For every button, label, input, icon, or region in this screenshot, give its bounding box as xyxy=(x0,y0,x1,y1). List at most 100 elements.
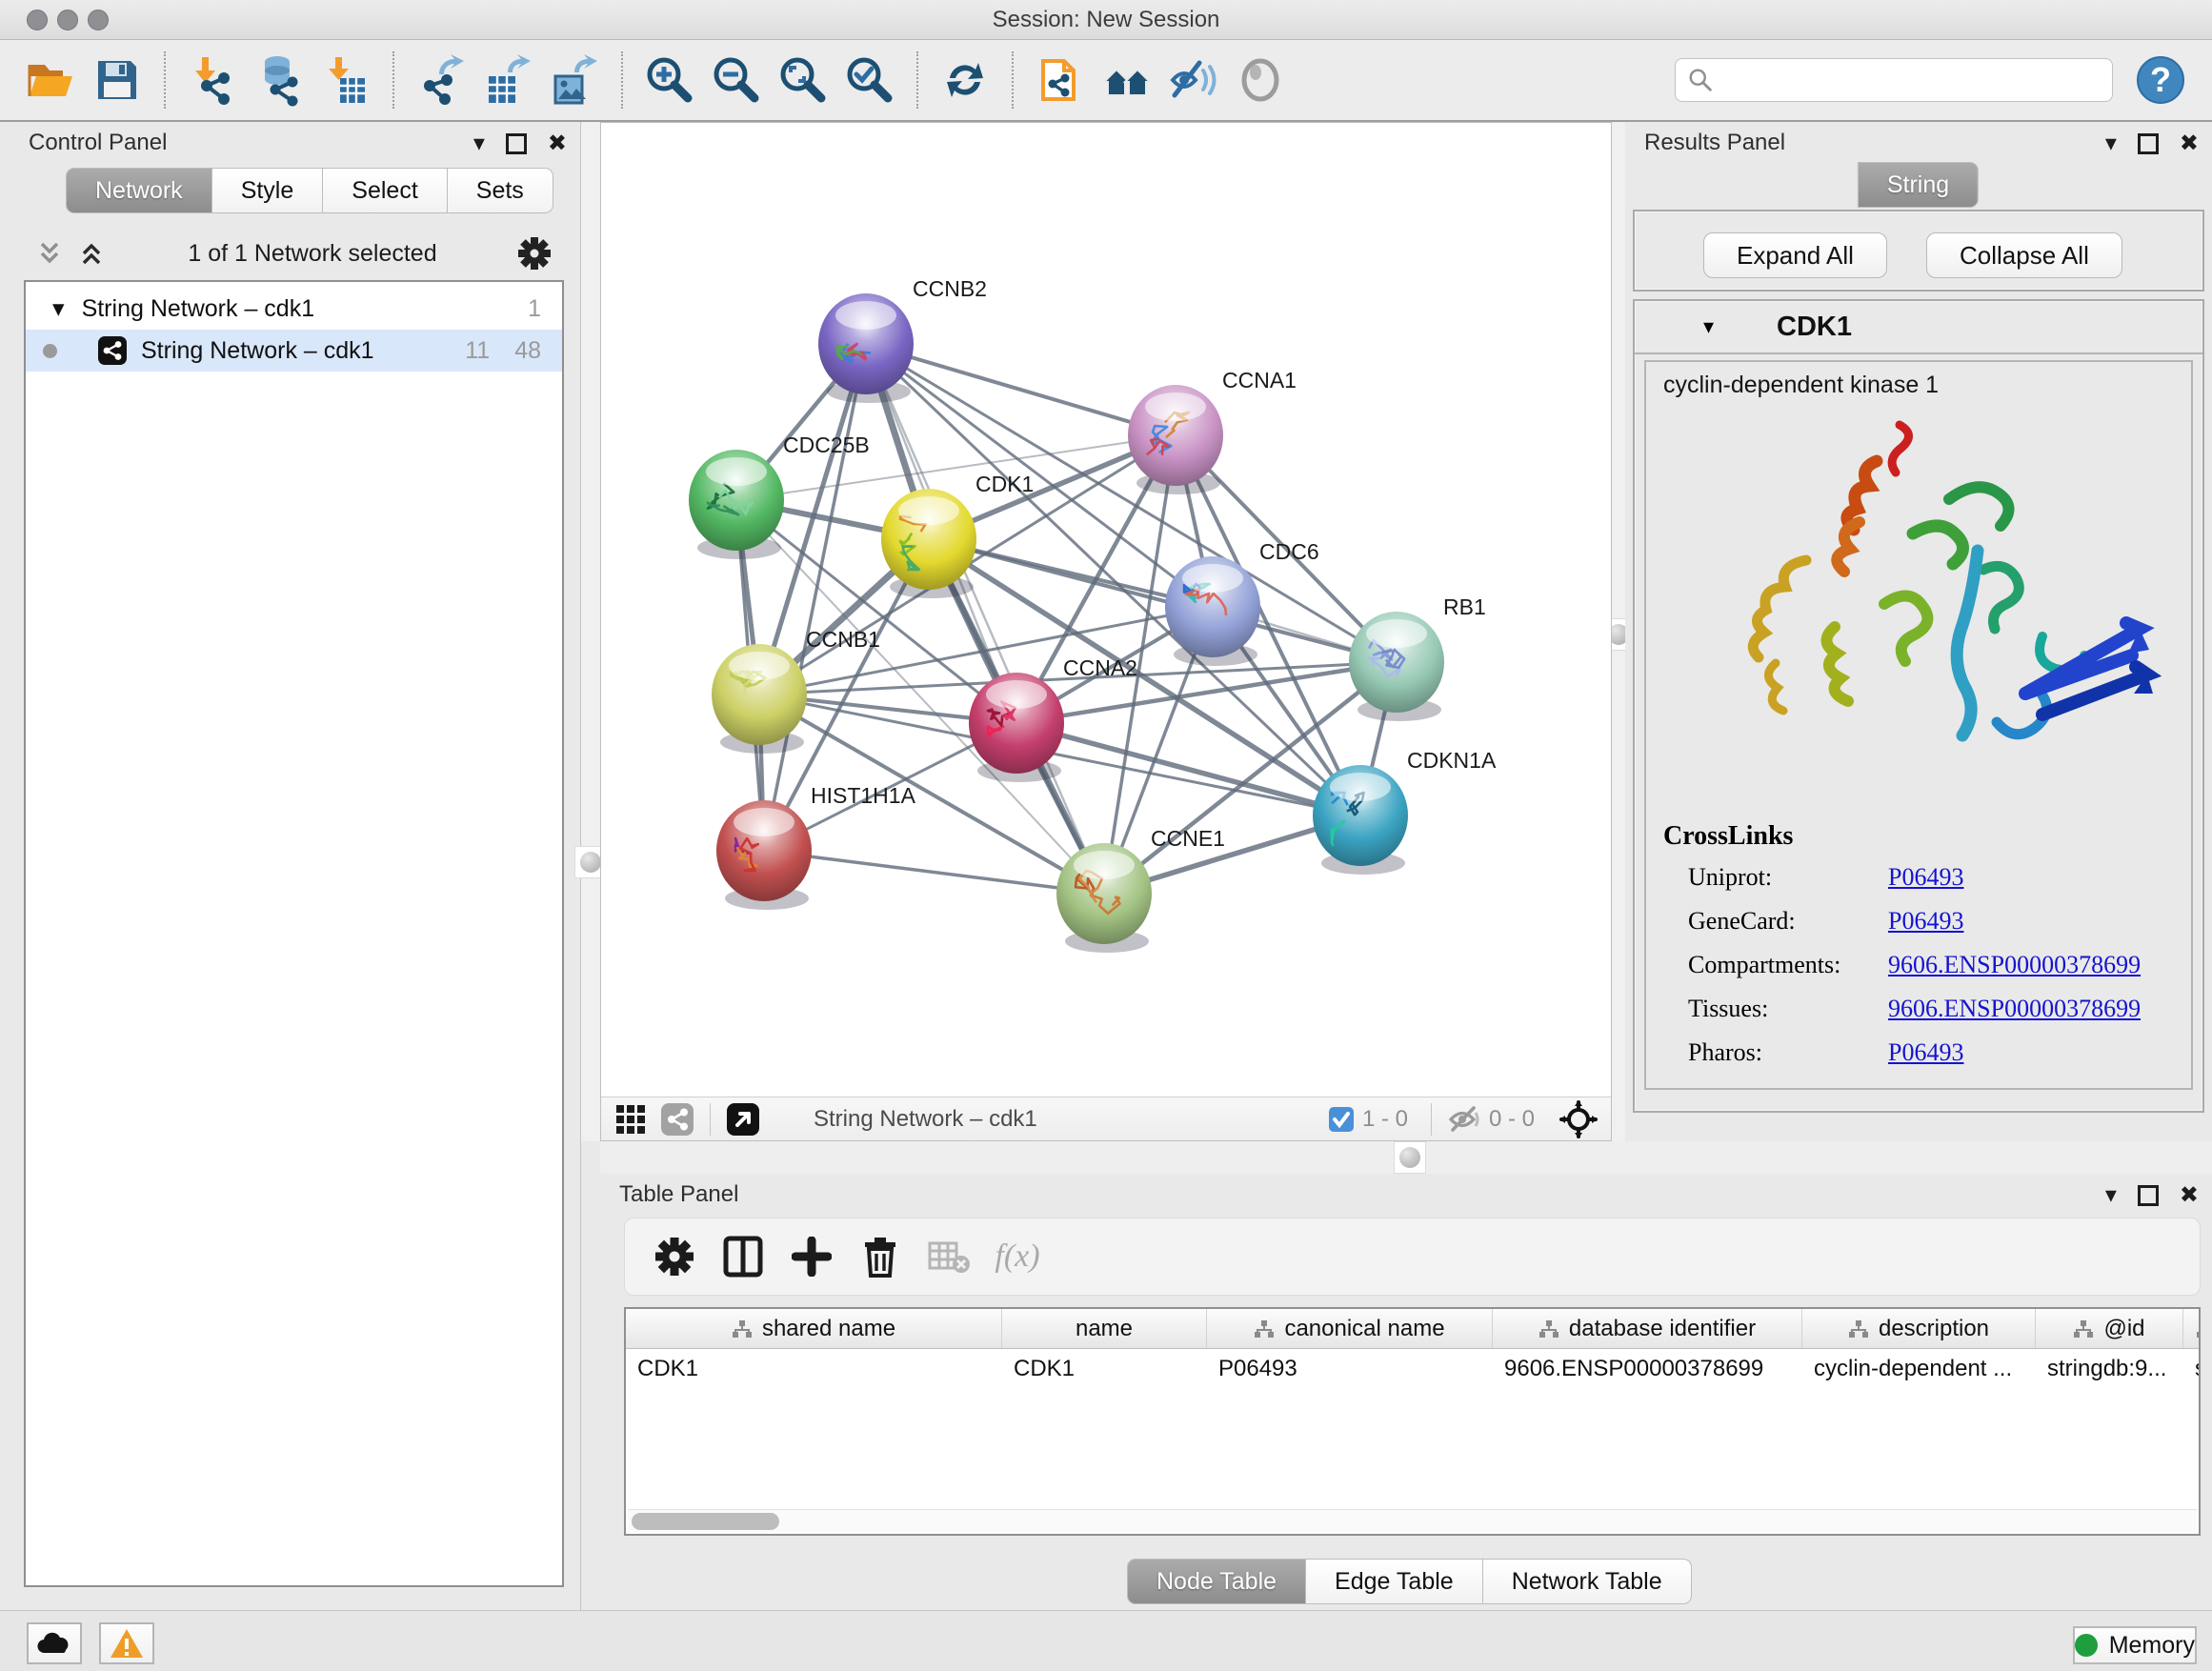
open-folder-icon[interactable] xyxy=(23,52,78,108)
zoom-out-icon[interactable] xyxy=(709,52,764,108)
network-edge-CCNB2-CCNE1[interactable] xyxy=(866,344,1104,894)
close-panel-icon[interactable]: ✖ xyxy=(548,130,567,157)
gear-icon[interactable] xyxy=(516,235,553,272)
table-cell[interactable]: cyclin-dependent ... xyxy=(1802,1349,2036,1389)
network-canvas[interactable]: CCNB2CCNA1CDC25BCDK1CDC6RB1CCNB1CCNA2CDK… xyxy=(600,122,1612,1141)
network-node-CDKN1A[interactable]: CDKN1A xyxy=(1313,748,1497,875)
results-tab-string[interactable]: String xyxy=(1859,162,1979,208)
horizontal-splitter-handle[interactable] xyxy=(1394,1141,1426,1174)
panel-menu-icon[interactable]: ▾ xyxy=(2105,1181,2117,1209)
zoom-in-icon[interactable] xyxy=(642,52,697,108)
crosslink-value-link[interactable]: P06493 xyxy=(1888,863,1963,892)
node-label-CDC25B: CDC25B xyxy=(783,433,870,457)
panel-menu-icon[interactable]: ▾ xyxy=(473,130,485,157)
node-label-CDK1: CDK1 xyxy=(975,472,1034,496)
table-settings-gear-icon[interactable] xyxy=(648,1230,701,1283)
tab-sets[interactable]: Sets xyxy=(447,168,553,213)
warning-button[interactable] xyxy=(99,1622,154,1664)
cloud-button[interactable] xyxy=(27,1622,82,1664)
table-cell[interactable]: 9606.ENSP00000378699 xyxy=(1493,1349,1802,1389)
network-node-RB1[interactable]: RB1 xyxy=(1349,594,1486,721)
add-column-icon[interactable] xyxy=(785,1230,838,1283)
network-edge-CDK1-RB1[interactable] xyxy=(929,539,1397,662)
column-header[interactable]: canonical name xyxy=(1207,1309,1493,1348)
column-header[interactable]: @id xyxy=(2036,1309,2183,1348)
export-image-icon[interactable] xyxy=(547,52,602,108)
share-document-icon[interactable] xyxy=(1033,52,1088,108)
search-box[interactable] xyxy=(1675,58,2113,102)
column-header[interactable]: description xyxy=(1802,1309,2036,1348)
table-horizontal-scrollbar[interactable] xyxy=(628,1509,2197,1532)
network-node-HIST1H1A[interactable]: HIST1H1A xyxy=(716,783,916,910)
expand-all-button[interactable]: Expand All xyxy=(1703,232,1887,278)
grid-view-icon[interactable] xyxy=(614,1103,647,1136)
table-cell[interactable]: stringdb xyxy=(2183,1349,2201,1389)
table-cell[interactable]: CDK1 xyxy=(1002,1349,1207,1389)
crosslink-value-link[interactable]: 9606.ENSP00000378699 xyxy=(1888,951,2141,979)
scrollbar-thumb[interactable] xyxy=(632,1513,779,1530)
zoom-selected-icon[interactable] xyxy=(842,52,897,108)
left-splitter[interactable] xyxy=(581,122,600,1141)
memory-button[interactable]: Memory xyxy=(2073,1626,2197,1664)
search-input[interactable] xyxy=(1714,67,2101,93)
save-icon[interactable] xyxy=(90,52,145,108)
homes-icon[interactable] xyxy=(1099,52,1155,108)
crosslink-value-link[interactable]: 9606.ENSP00000378699 xyxy=(1888,995,2141,1023)
network-row[interactable]: String Network – cdk1 11 48 xyxy=(26,330,562,372)
float-panel-icon[interactable] xyxy=(506,133,527,154)
column-header[interactable]: database identifier xyxy=(1493,1309,1802,1348)
network-collection-row[interactable]: ▾ String Network – cdk1 1 xyxy=(26,288,562,330)
hidden-count: 0 - 0 xyxy=(1489,1106,1535,1133)
collapse-arrow-icon[interactable]: ▾ xyxy=(52,294,65,323)
refresh-icon[interactable] xyxy=(937,52,993,108)
import-table-icon[interactable] xyxy=(318,52,373,108)
network-node-CDK1[interactable]: CDK1 xyxy=(881,472,1034,598)
selected-checkbox-icon[interactable] xyxy=(1328,1106,1355,1133)
collapse-all-icon[interactable] xyxy=(32,236,67,271)
float-panel-icon[interactable] xyxy=(2138,133,2159,154)
export-table-icon[interactable] xyxy=(480,52,535,108)
open-in-window-icon[interactable] xyxy=(726,1102,760,1137)
share-view-icon[interactable] xyxy=(660,1102,694,1137)
node-label-CCNA2: CCNA2 xyxy=(1063,655,1137,680)
hide-graphics-icon[interactable] xyxy=(1166,52,1221,108)
network-edge-CCNB2-HIST1H1A[interactable] xyxy=(764,344,866,851)
column-header[interactable]: namespac xyxy=(2183,1309,2201,1348)
import-network-icon[interactable] xyxy=(185,52,240,108)
expand-all-icon[interactable] xyxy=(74,236,109,271)
crosslink-value-link[interactable]: P06493 xyxy=(1888,907,1963,936)
column-header[interactable]: shared name xyxy=(626,1309,1002,1348)
network-graph[interactable]: CCNB2CCNA1CDC25BCDK1CDC6RB1CCNB1CCNA2CDK… xyxy=(601,123,1611,1097)
tab-select[interactable]: Select xyxy=(322,168,447,213)
tab-style[interactable]: Style xyxy=(211,168,324,213)
network-node-CCNB2[interactable]: CCNB2 xyxy=(818,276,987,403)
import-database-icon[interactable] xyxy=(251,52,307,108)
birdseye-icon[interactable] xyxy=(1559,1100,1598,1138)
column-header[interactable]: name xyxy=(1002,1309,1207,1348)
tab-edge-table[interactable]: Edge Table xyxy=(1305,1559,1483,1604)
zoom-fit-icon[interactable] xyxy=(775,52,831,108)
panel-menu-icon[interactable]: ▾ xyxy=(2105,130,2117,157)
float-panel-icon[interactable] xyxy=(2138,1185,2159,1206)
table-cell[interactable]: P06493 xyxy=(1207,1349,1493,1389)
collapse-all-button[interactable]: Collapse All xyxy=(1926,232,2122,278)
network-edge-HIST1H1A-CCNE1[interactable] xyxy=(764,851,1104,894)
delete-column-icon[interactable] xyxy=(854,1230,907,1283)
table-cell[interactable]: CDK1 xyxy=(626,1349,1002,1389)
network-edge-CCNA2-CDKN1A[interactable] xyxy=(1016,723,1360,815)
gene-section-header[interactable]: ▾ CDK1 xyxy=(1635,301,2202,354)
node-table[interactable]: shared namenamecanonical namedatabase id… xyxy=(624,1307,2201,1536)
tab-network[interactable]: Network xyxy=(66,168,212,213)
help-icon[interactable]: ? xyxy=(2136,55,2185,105)
tab-network-table[interactable]: Network Table xyxy=(1482,1559,1692,1604)
table-cell[interactable]: stringdb:9... xyxy=(2036,1349,2183,1389)
close-panel-icon[interactable]: ✖ xyxy=(2180,1181,2199,1209)
export-network-icon[interactable] xyxy=(413,52,469,108)
collapse-arrow-icon[interactable]: ▾ xyxy=(1703,314,1714,339)
tab-node-table[interactable]: Node Table xyxy=(1127,1559,1306,1604)
show-columns-icon[interactable] xyxy=(716,1230,770,1283)
crosslink-label: Tissues: xyxy=(1688,995,1768,1022)
crosslink-value-link[interactable]: P06493 xyxy=(1888,1038,1963,1067)
close-panel-icon[interactable]: ✖ xyxy=(2180,130,2199,157)
details-orb-icon[interactable] xyxy=(1233,52,1288,108)
